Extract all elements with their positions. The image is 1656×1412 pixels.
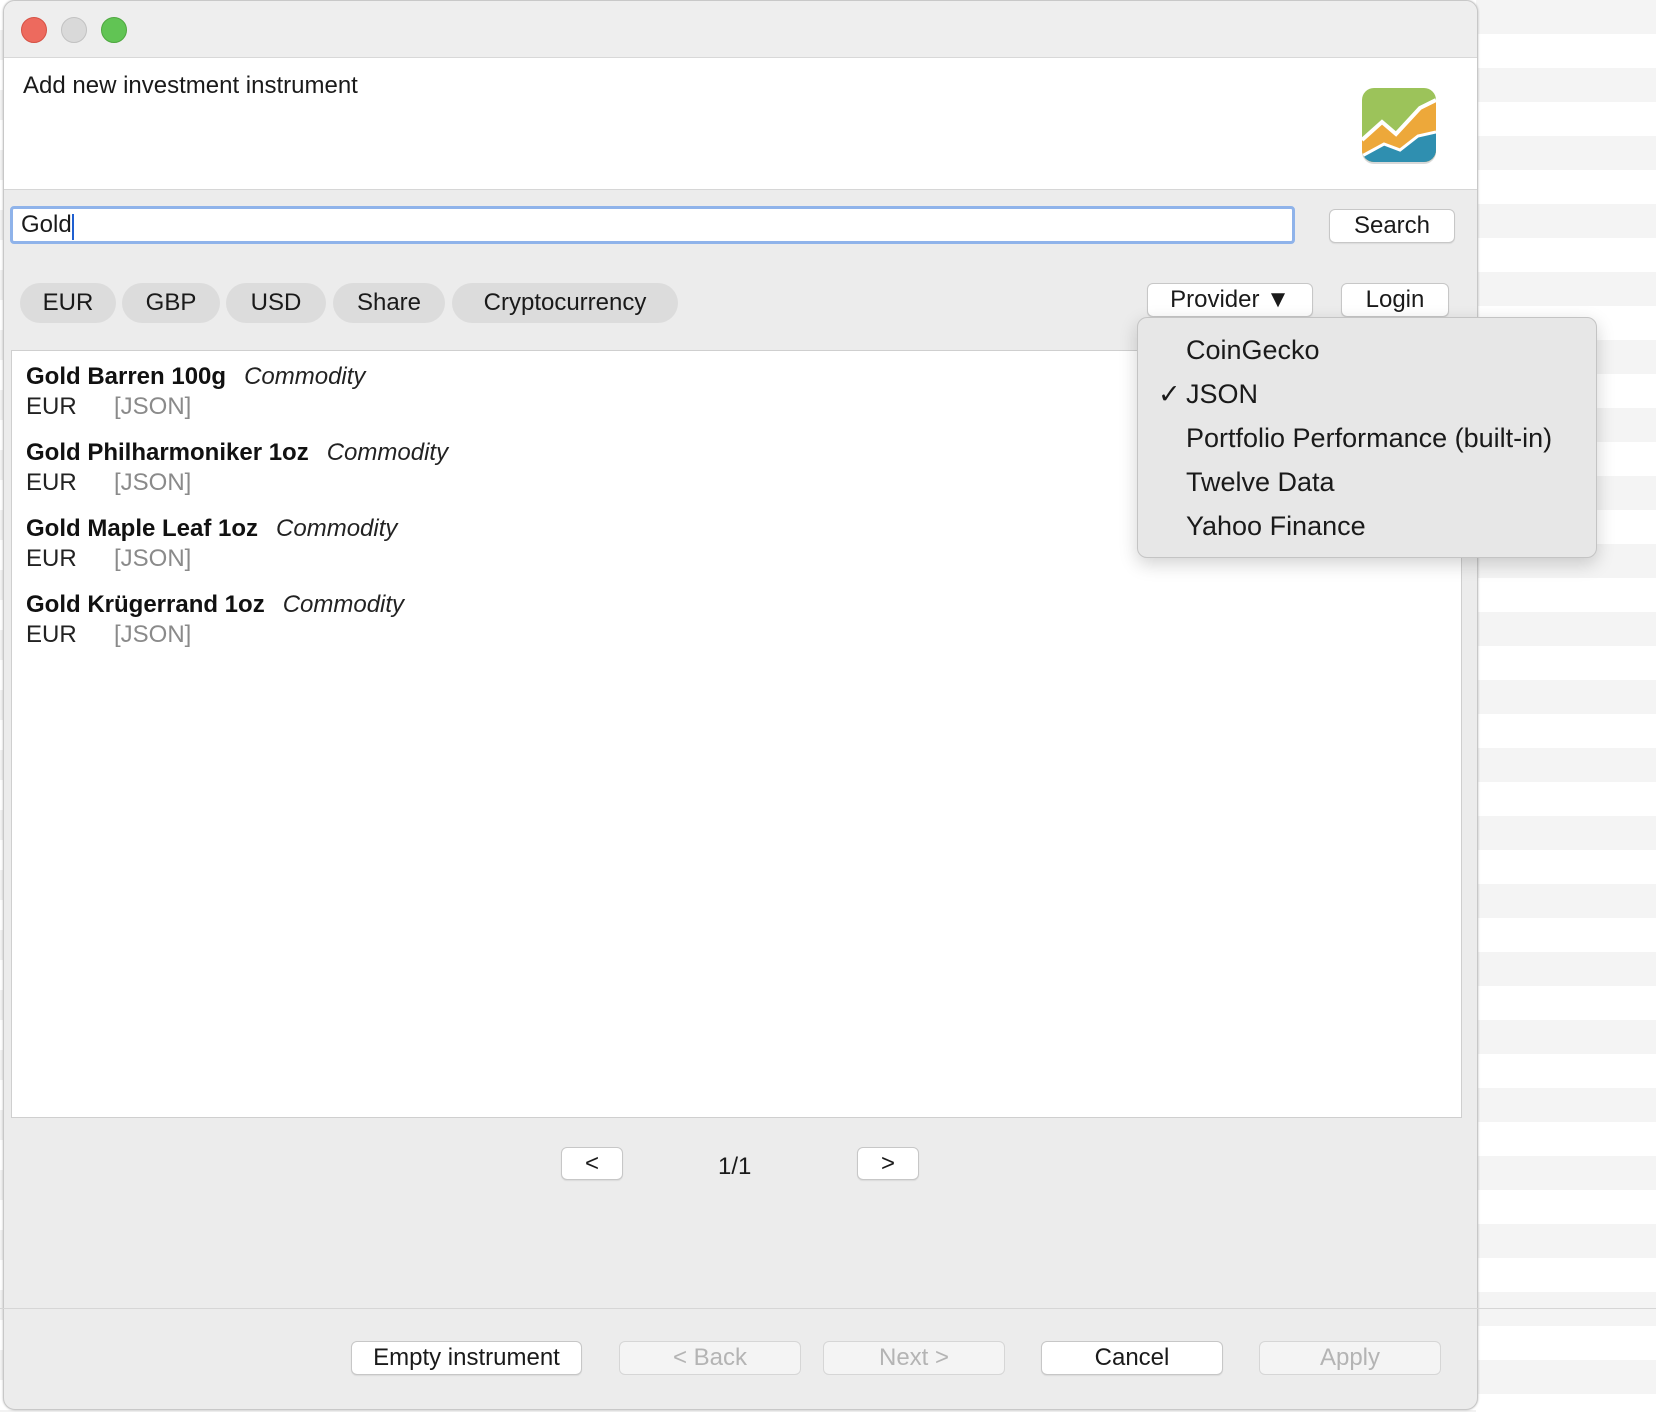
titlebar xyxy=(4,1,1477,58)
result-item[interactable]: Gold Barren 100g Commodity EUR [JSON] xyxy=(26,363,366,420)
filter-chip-share[interactable]: Share xyxy=(333,283,445,323)
result-name: Gold Krügerrand 1oz xyxy=(26,591,265,618)
filter-chip-cryptocurrency[interactable]: Cryptocurrency xyxy=(452,283,678,323)
result-currency: EUR xyxy=(26,393,77,420)
empty-instrument-button[interactable]: Empty instrument xyxy=(351,1341,582,1375)
result-currency: EUR xyxy=(26,545,77,572)
minimize-button[interactable] xyxy=(61,17,87,43)
menu-item-twelve-data[interactable]: Twelve Data xyxy=(1186,467,1335,498)
result-source: [JSON] xyxy=(114,469,192,496)
result-currency: EUR xyxy=(26,469,77,496)
result-currency: EUR xyxy=(26,621,77,648)
next-page-button[interactable]: > xyxy=(857,1147,919,1180)
filter-chip-gbp[interactable]: GBP xyxy=(122,283,220,323)
result-item[interactable]: Gold Krügerrand 1oz Commodity EUR [JSON] xyxy=(26,591,405,648)
text-caret xyxy=(72,214,74,240)
login-button[interactable]: Login xyxy=(1341,283,1449,317)
result-type: Commodity xyxy=(244,363,366,390)
close-button[interactable] xyxy=(21,17,47,43)
result-item[interactable]: Gold Maple Leaf 1oz Commodity EUR [JSON] xyxy=(26,515,398,572)
result-source: [JSON] xyxy=(114,545,192,572)
dialog-header: Add new investment instrument xyxy=(4,58,1477,190)
maximize-button[interactable] xyxy=(101,17,127,43)
provider-button[interactable]: Provider ▼ xyxy=(1147,283,1313,317)
result-name: Gold Barren 100g xyxy=(26,363,227,390)
search-button[interactable]: Search xyxy=(1329,209,1455,243)
back-button[interactable]: < Back xyxy=(619,1341,801,1375)
page-indicator: 1/1 xyxy=(718,1153,752,1180)
menu-item-coingecko[interactable]: CoinGecko xyxy=(1186,335,1320,366)
result-item[interactable]: Gold Philharmoniker 1oz Commodity EUR [JS… xyxy=(26,439,449,496)
cancel-button[interactable]: Cancel xyxy=(1041,1341,1223,1375)
result-type: Commodity xyxy=(282,591,405,618)
menu-item-json[interactable]: JSON xyxy=(1186,379,1258,410)
result-type: Commodity xyxy=(276,515,398,542)
app-logo-icon xyxy=(1362,88,1436,164)
checkmark-icon: ✓ xyxy=(1158,379,1181,409)
menu-item-portfolio-performance[interactable]: Portfolio Performance (built-in) xyxy=(1186,423,1552,454)
previous-page-button[interactable]: < xyxy=(561,1147,623,1180)
footer-divider xyxy=(0,1308,1656,1309)
result-name: Gold Philharmoniker 1oz xyxy=(26,439,309,466)
provider-dropdown-menu: CoinGecko ✓ JSON Portfolio Performance (… xyxy=(1137,317,1597,558)
result-source: [JSON] xyxy=(114,393,192,420)
filter-chip-usd[interactable]: USD xyxy=(226,283,326,323)
search-input[interactable] xyxy=(10,206,1295,244)
result-source: [JSON] xyxy=(114,621,192,648)
filter-chip-eur[interactable]: EUR xyxy=(20,283,116,323)
apply-button[interactable]: Apply xyxy=(1259,1341,1441,1375)
dialog-title: Add new investment instrument xyxy=(23,72,358,99)
result-name: Gold Maple Leaf 1oz xyxy=(26,515,259,542)
next-button[interactable]: Next > xyxy=(823,1341,1005,1375)
menu-item-yahoo-finance[interactable]: Yahoo Finance xyxy=(1186,511,1366,542)
result-type: Commodity xyxy=(326,439,449,466)
background-stripes xyxy=(1476,0,1656,1412)
